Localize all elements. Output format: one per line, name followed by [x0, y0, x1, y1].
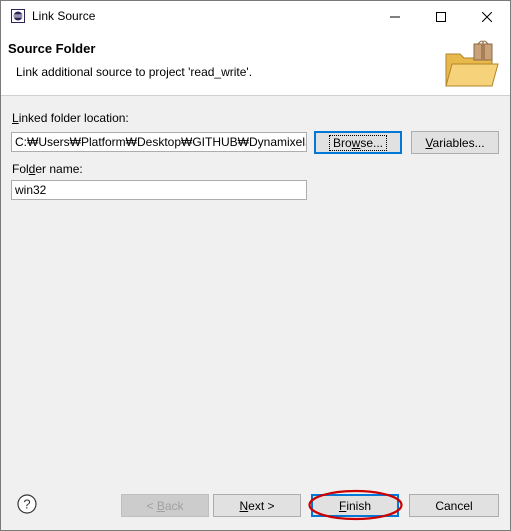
maximize-icon — [436, 11, 446, 22]
finish-button-label: Finish — [338, 498, 372, 513]
cancel-button[interactable]: Cancel — [409, 494, 499, 517]
next-button-label: Next > — [239, 498, 275, 513]
linked-folder-location-field[interactable]: C:₩Users₩Platform₩Desktop₩GITHUB₩Dynamix… — [11, 132, 307, 152]
link-source-dialog: Link Source Source Folder Link additiona… — [0, 0, 511, 531]
minimize-icon — [390, 16, 400, 17]
minimize-button[interactable] — [372, 1, 418, 32]
cancel-button-label: Cancel — [435, 498, 473, 513]
folder-package-icon — [445, 40, 499, 87]
svg-text:?: ? — [23, 497, 30, 512]
page-title: Source Folder — [8, 41, 96, 56]
page-description: Link additional source to project 'read_… — [16, 65, 253, 79]
finish-button[interactable]: Finish — [311, 494, 399, 517]
help-icon[interactable]: ? — [17, 494, 37, 514]
window-title: Link Source — [32, 9, 96, 23]
wizard-header: Source Folder Link additional source to … — [1, 32, 510, 96]
close-icon — [482, 11, 492, 22]
browse-button-label: Browse... — [328, 134, 388, 151]
folder-name-label: Folder name: — [12, 162, 83, 176]
title-bar: Link Source — [1, 1, 510, 32]
eclipse-app-icon — [11, 9, 25, 23]
browse-button[interactable]: Browse... — [314, 131, 402, 154]
next-button[interactable]: Next > — [213, 494, 301, 517]
folder-name-field[interactable]: win32 — [11, 180, 307, 200]
maximize-button[interactable] — [418, 1, 464, 32]
variables-button[interactable]: Variables... — [411, 131, 499, 154]
linked-folder-location-label: Linked folder location: — [12, 111, 129, 125]
variables-button-label: Variables... — [425, 135, 485, 150]
back-button[interactable]: < Back — [121, 494, 209, 517]
back-button-label: < Back — [146, 498, 184, 513]
close-button[interactable] — [464, 1, 510, 32]
